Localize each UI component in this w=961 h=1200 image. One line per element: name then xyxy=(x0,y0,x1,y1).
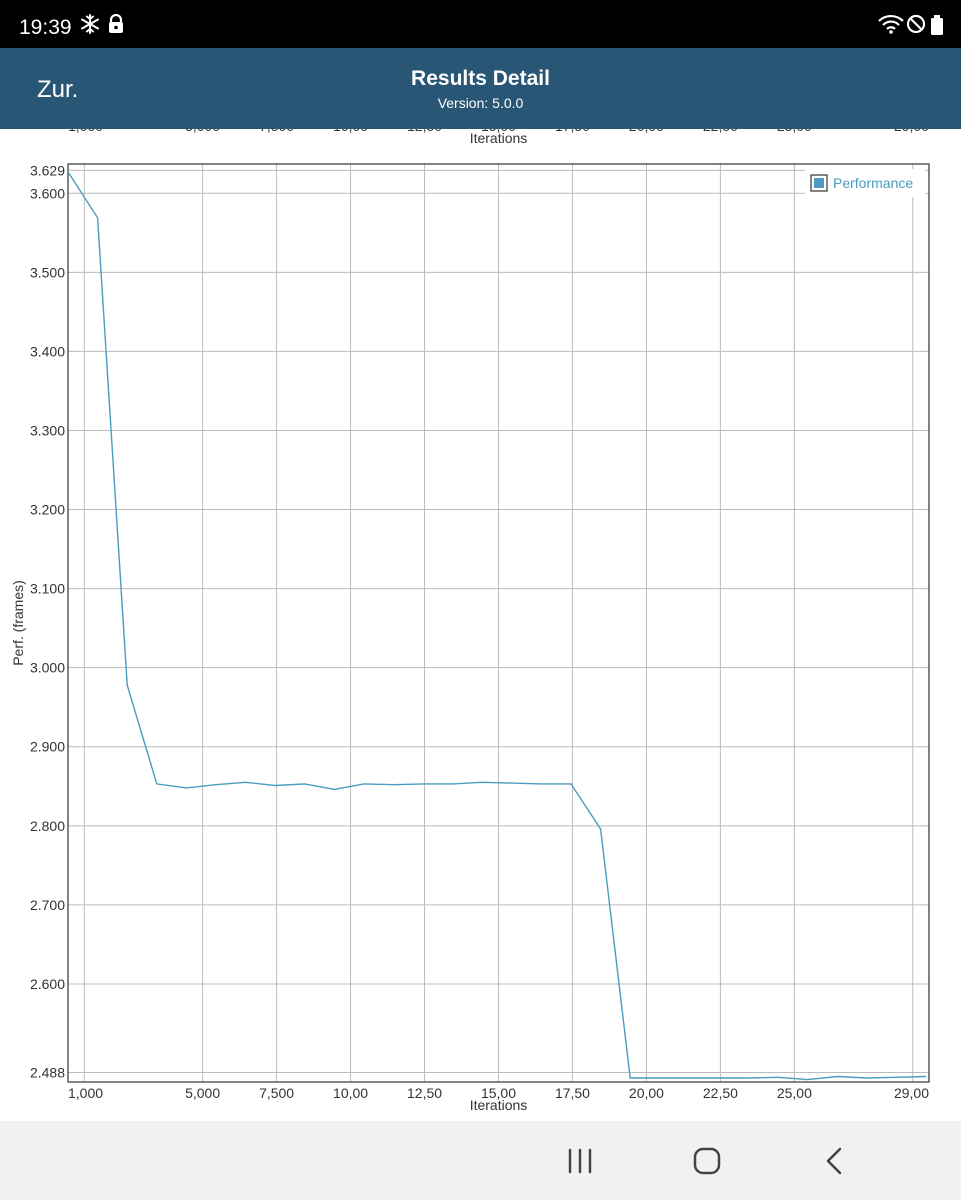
x-tick-label: 12,50 xyxy=(407,1085,442,1101)
y-axis-label: Perf. (frames) xyxy=(10,580,26,666)
x-tick-label: 20,00 xyxy=(629,1085,664,1101)
y-tick-label: 3.200 xyxy=(30,502,65,518)
y-tick-label: 2.600 xyxy=(30,976,65,992)
y-tick-label: 3.629 xyxy=(30,162,65,178)
home-button[interactable] xyxy=(687,1141,727,1181)
x-tick-label: 29,00 xyxy=(894,1085,929,1101)
lock-icon xyxy=(107,13,125,39)
top-fragment-tick-label: 10,00 xyxy=(333,129,368,134)
y-tick-label: 2.700 xyxy=(30,897,65,913)
top-fragment-tick-label: 22,50 xyxy=(703,129,738,134)
home-icon xyxy=(693,1147,721,1175)
y-tick-label: 3.600 xyxy=(30,185,65,201)
battery-icon xyxy=(930,14,944,41)
x-axis-label: Iterations xyxy=(470,1097,528,1113)
legend-swatch-fill xyxy=(814,178,824,188)
x-tick-label: 22,50 xyxy=(703,1085,738,1101)
y-tick-label: 3.000 xyxy=(30,660,65,676)
wifi-icon xyxy=(878,14,904,39)
x-tick-label: 25,00 xyxy=(777,1085,812,1101)
top-fragment-tick-label: 25,00 xyxy=(777,129,812,134)
y-tick-label: 2.900 xyxy=(30,739,65,755)
recent-apps-icon xyxy=(568,1148,592,1174)
app-header: Zur. Results Detail Version: 5.0.0 xyxy=(0,48,961,129)
x-tick-label: 10,00 xyxy=(333,1085,368,1101)
x-tick-label: 17,50 xyxy=(555,1085,590,1101)
y-tick-label: 3.400 xyxy=(30,343,65,359)
top-fragment-tick-label: 17,50 xyxy=(555,129,590,134)
do-not-disturb-icon xyxy=(906,14,926,39)
version-label: Version: 5.0.0 xyxy=(437,95,524,111)
top-fragment-axis-label: Iterations xyxy=(470,130,528,146)
top-fragment-tick-label: 7,500 xyxy=(259,129,294,134)
back-nav-button[interactable] xyxy=(815,1141,855,1181)
status-bar: 19:39 xyxy=(0,0,961,48)
previous-chart-x-axis-fragment: 1,0005,0007,50010,0012,5015,0017,5020,00… xyxy=(68,129,929,146)
recent-apps-button[interactable] xyxy=(560,1141,600,1181)
legend-label-performance: Performance xyxy=(833,175,913,191)
x-tick-label: 5,000 xyxy=(185,1085,220,1101)
series-layer xyxy=(67,171,927,1081)
y-tick-label: 2.488 xyxy=(30,1065,65,1081)
y-axis-ticks: 3.629 3.600 3.500 3.400 3.300 3.200 3.100 3.000… xyxy=(30,162,65,1080)
chart-grid xyxy=(68,164,929,1082)
top-fragment-tick-label: 12,50 xyxy=(407,129,442,134)
top-fragment-tick-label: 1,000 xyxy=(68,129,103,134)
y-tick-label: 3.100 xyxy=(30,581,65,597)
navigation-bar xyxy=(0,1121,961,1200)
y-tick-label: 3.300 xyxy=(30,422,65,438)
y-tick-label: 2.800 xyxy=(30,818,65,834)
x-tick-label: 7,500 xyxy=(259,1085,294,1101)
series-line-performance xyxy=(67,171,927,1081)
snowflake-icon xyxy=(80,14,100,39)
chart-scroll-area[interactable]: 1,0005,0007,50010,0012,5015,0017,5020,00… xyxy=(0,129,961,1121)
page-title: Results Detail xyxy=(411,67,550,90)
top-fragment-tick-label: 5,000 xyxy=(185,129,220,134)
y-tick-label: 3.500 xyxy=(30,264,65,280)
back-chevron-icon xyxy=(826,1147,842,1175)
performance-chart: 1,0005,0007,50010,0012,5015,0017,5020,00… xyxy=(10,129,930,1113)
legend: Performance xyxy=(805,169,925,197)
x-tick-label: 1,000 xyxy=(68,1085,103,1101)
top-fragment-tick-label: 20,00 xyxy=(629,129,664,134)
top-fragment-tick-label: 29,00 xyxy=(894,129,929,134)
status-time: 19:39 xyxy=(19,16,72,39)
